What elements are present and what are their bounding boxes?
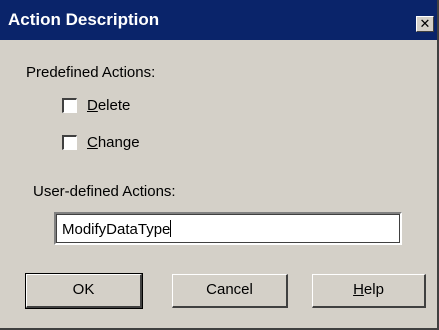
cancel-button-label: Cancel (206, 281, 253, 298)
change-checkbox-label[interactable]: Change (87, 133, 140, 153)
dialog-title: Action Description (8, 10, 160, 29)
user-defined-actions-value: ModifyDataType (62, 221, 171, 238)
delete-checkbox[interactable] (62, 98, 77, 113)
title-bar[interactable]: Action Description ✕ (0, 0, 437, 40)
cancel-button[interactable]: Cancel (172, 274, 288, 308)
ok-button[interactable]: OK (25, 273, 143, 309)
change-checkbox[interactable] (62, 135, 77, 150)
close-button[interactable]: ✕ (416, 16, 434, 32)
predefined-actions-label: Predefined Actions: (26, 64, 156, 81)
text-caret (170, 220, 172, 237)
user-defined-actions-input[interactable]: ModifyDataType (54, 212, 402, 245)
delete-checkbox-label[interactable]: Delete (87, 96, 130, 116)
close-icon: ✕ (419, 16, 431, 31)
help-button[interactable]: Help (312, 274, 426, 308)
action-description-dialog: Action Description ✕ Predefined Actions:… (0, 0, 439, 330)
help-button-label: Help (353, 281, 384, 298)
ok-button-label: OK (72, 281, 95, 298)
user-defined-actions-label: User-defined Actions: (33, 183, 176, 200)
